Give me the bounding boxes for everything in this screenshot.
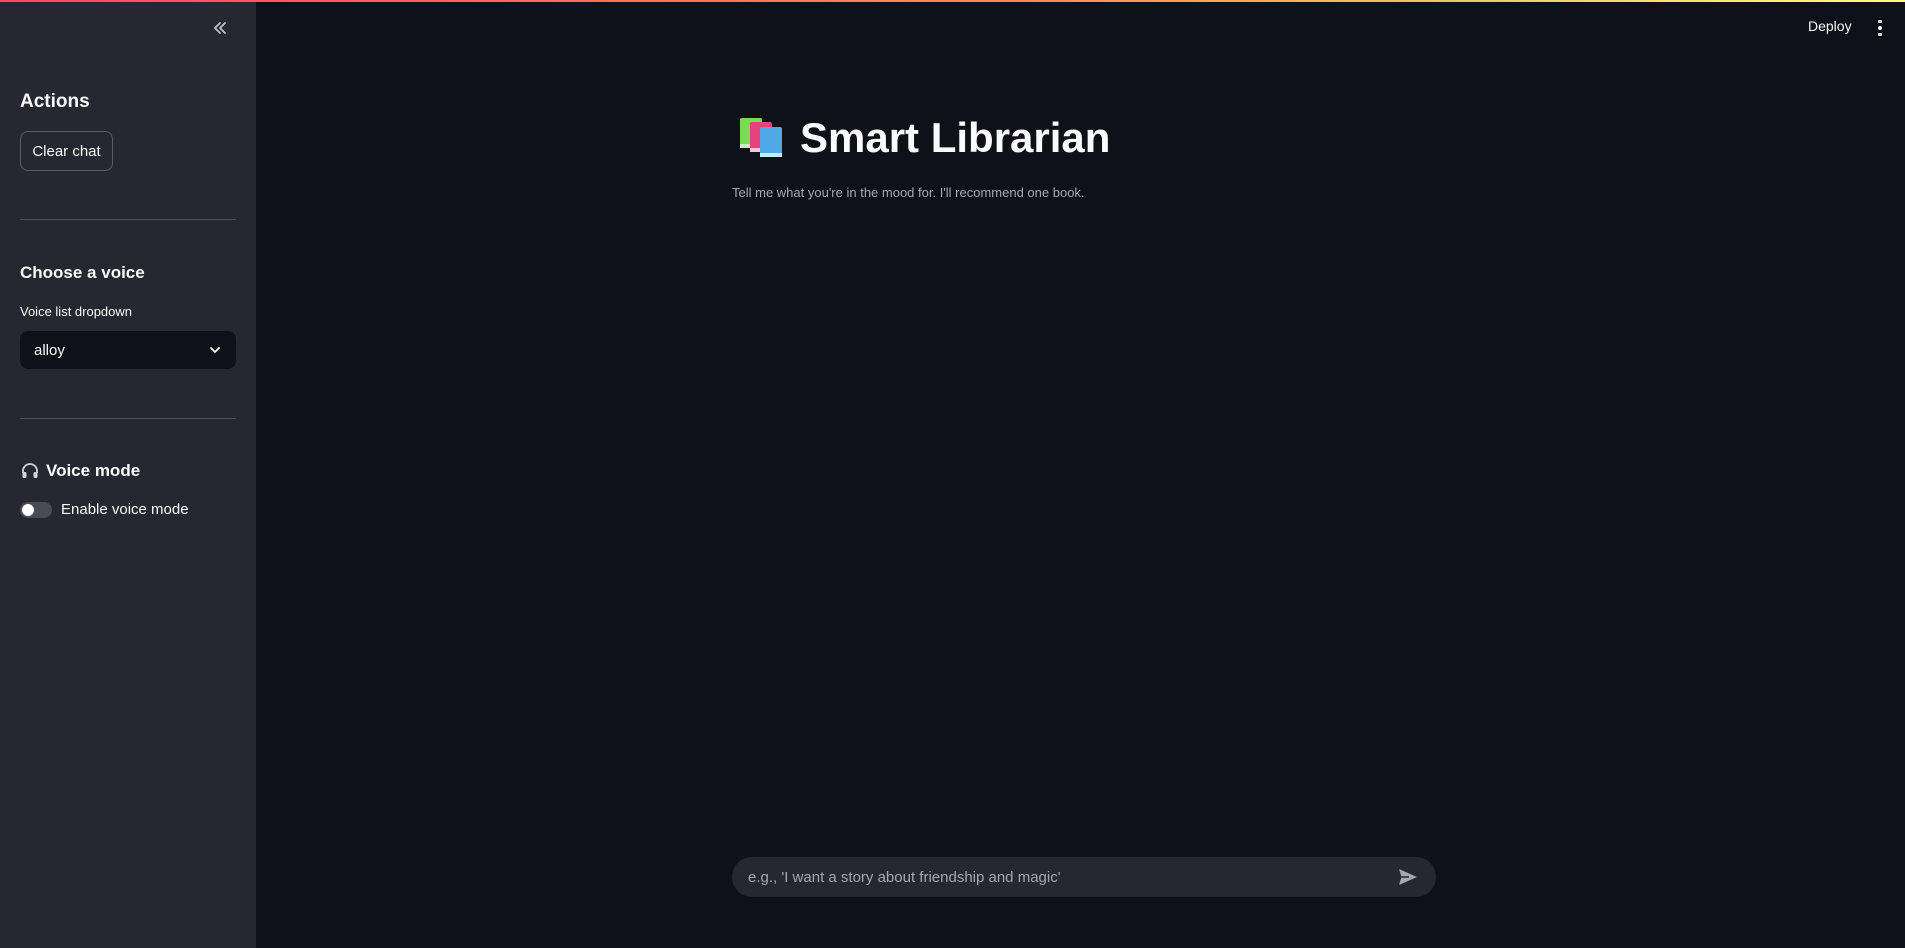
page-title-row: Smart Librarian [738, 114, 1110, 162]
top-decoration-bar [0, 0, 1905, 2]
voice-dropdown-label: Voice list dropdown [20, 304, 133, 319]
double-chevron-left-icon [214, 22, 226, 34]
more-vertical-icon-dot [1878, 26, 1882, 30]
voice-mode-toggle-label: Enable voice mode [61, 501, 189, 518]
send-button[interactable] [1396, 865, 1420, 889]
page-subtitle: Tell me what you're in the mood for. I'l… [732, 185, 1085, 200]
toggle-switch[interactable] [20, 501, 52, 518]
voice-mode-toggle[interactable]: Enable voice mode [20, 501, 189, 518]
sidebar: Actions Clear chat Choose a voice Voice … [0, 0, 256, 948]
more-vertical-icon-dot [1878, 19, 1882, 24]
deploy-button[interactable]: Deploy [1808, 18, 1852, 34]
page-title: Smart Librarian [800, 114, 1111, 161]
send-icon [1399, 869, 1417, 885]
chat-input-container [732, 857, 1436, 897]
books-icon [740, 118, 782, 157]
headphones-icon [22, 463, 38, 478]
choose-voice-heading: Choose a voice [20, 263, 145, 282]
voice-mode-heading: Voice mode [20, 461, 140, 481]
sidebar-divider [20, 219, 236, 220]
chevron-down-icon [210, 347, 220, 353]
toggle-knob [22, 503, 34, 516]
main-menu-button[interactable] [1871, 17, 1889, 39]
chat-input[interactable] [748, 868, 1396, 886]
actions-heading: Actions [20, 91, 90, 112]
clear-chat-button[interactable]: Clear chat [20, 131, 113, 171]
sidebar-divider [20, 418, 236, 419]
collapse-sidebar-button[interactable] [206, 14, 234, 42]
voice-select[interactable]: alloy [20, 331, 236, 369]
voice-select-value: alloy [34, 341, 65, 359]
voice-mode-heading-text: Voice mode [46, 461, 141, 480]
more-vertical-icon-dot [1878, 32, 1882, 37]
